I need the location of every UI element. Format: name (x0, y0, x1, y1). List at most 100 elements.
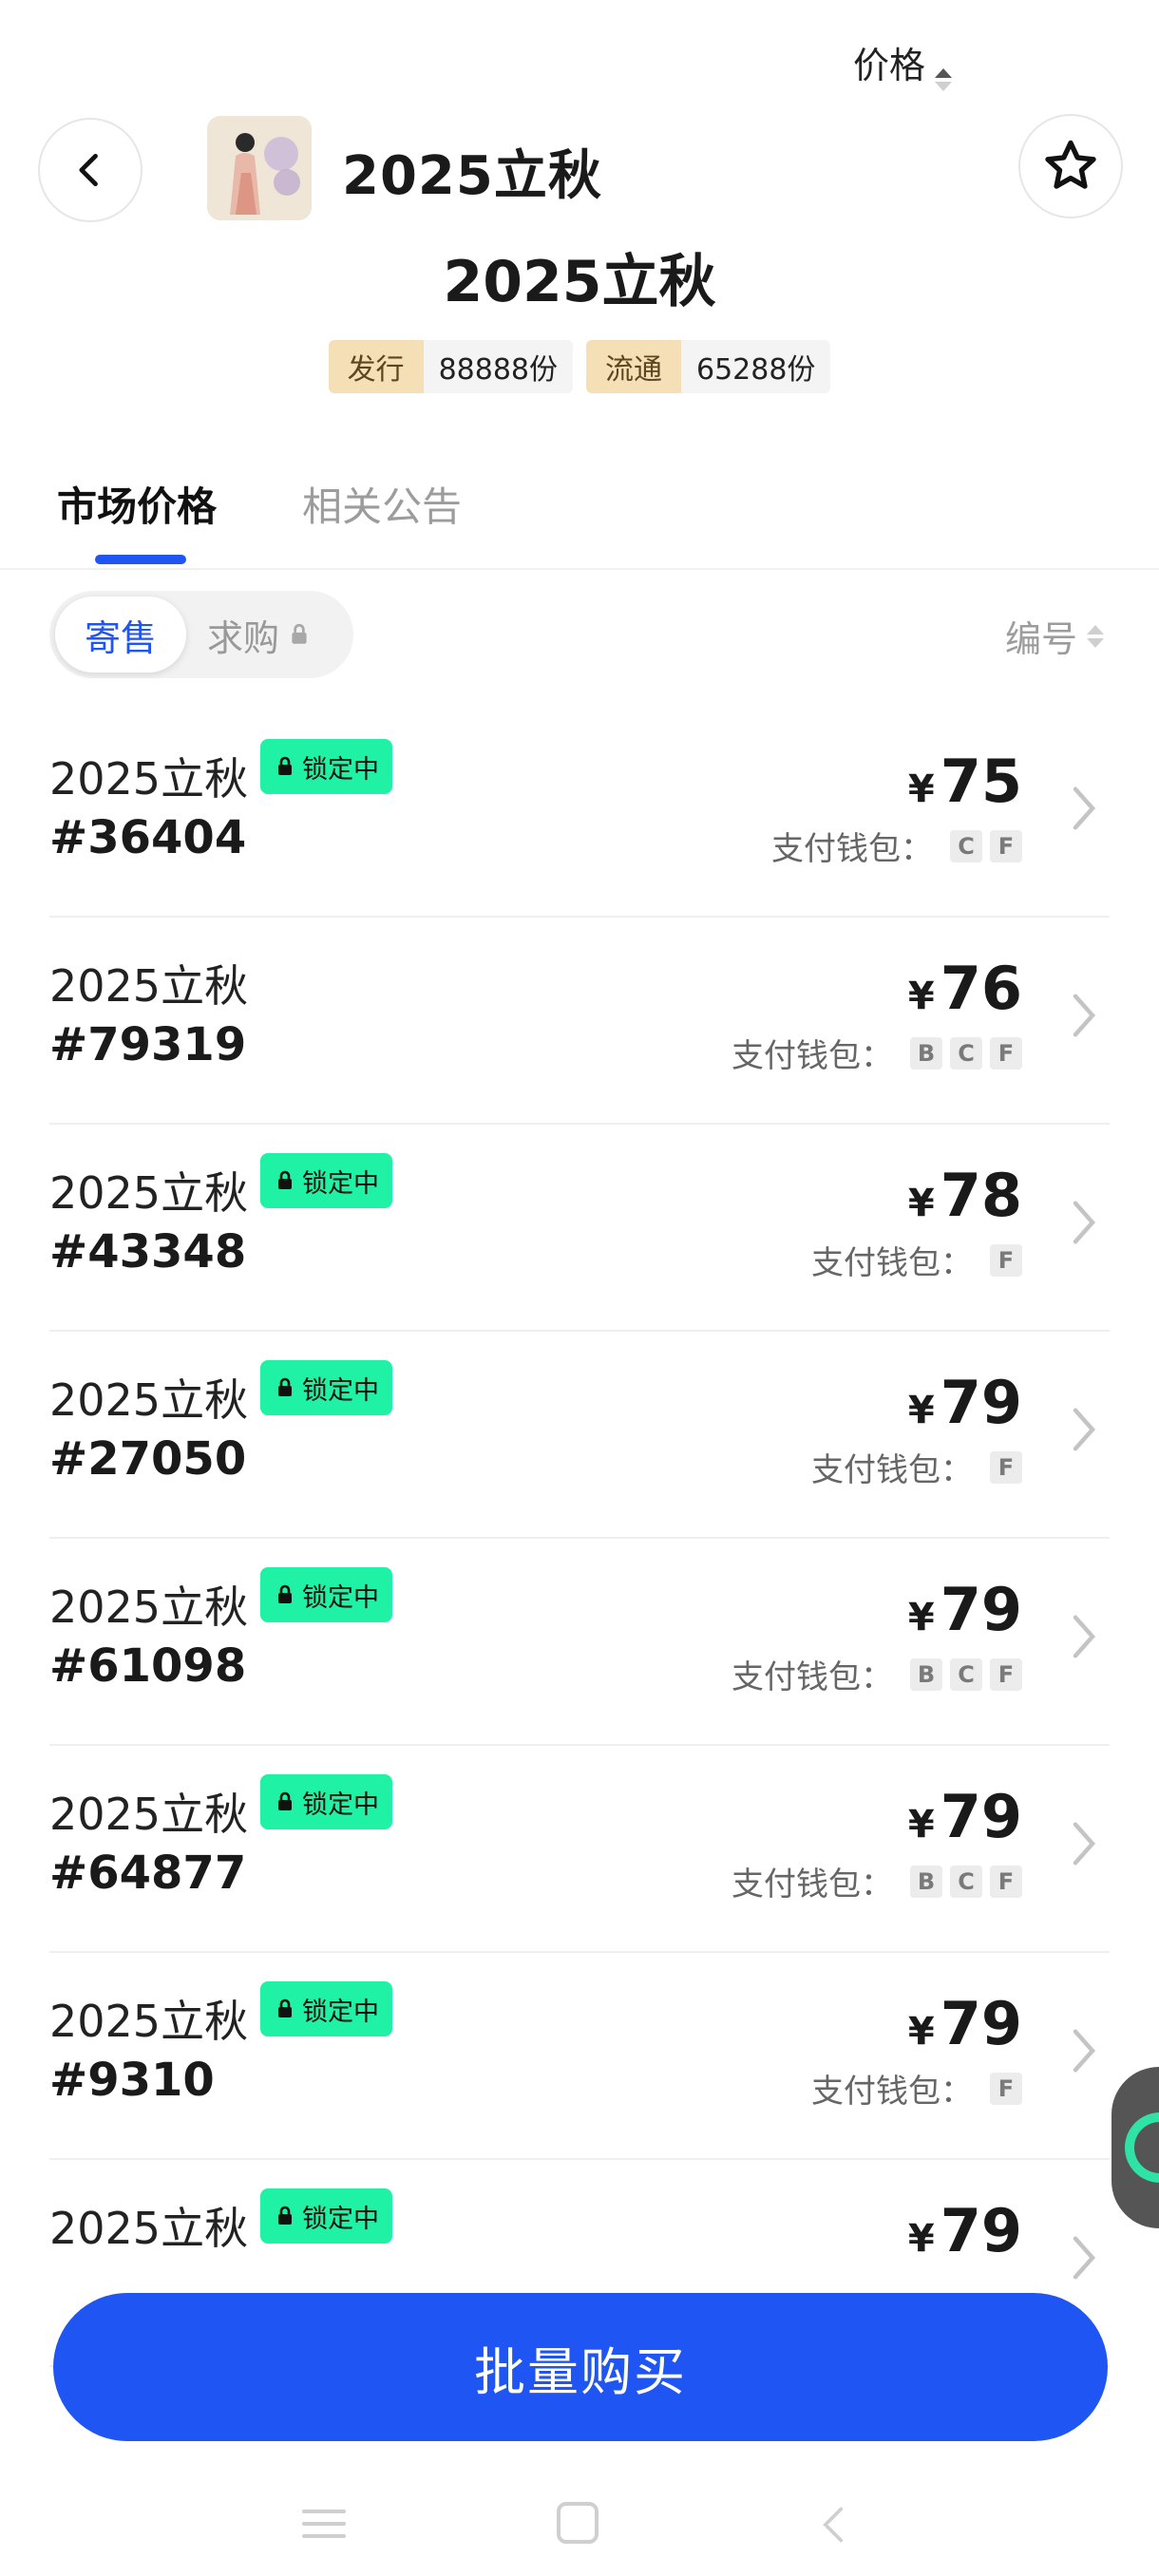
collection-thumbnail (207, 116, 312, 220)
locked-badge-label: 锁定中 (302, 1375, 379, 1406)
wallet-chip: C (950, 1036, 982, 1070)
currency-symbol: ¥ (907, 2010, 935, 2054)
price-value: 75 (940, 747, 1022, 816)
locked-badge-label: 锁定中 (302, 1790, 379, 1820)
chevron-right-icon (1073, 1408, 1096, 1451)
item-name: 2025立秋 (49, 2203, 249, 2254)
stat-value: 65288份 (681, 340, 831, 393)
wallet-chip: B (910, 1036, 942, 1070)
sort-arrows-icon (935, 68, 953, 91)
item-price: ¥76 (908, 954, 1022, 1023)
chevron-right-icon (1073, 2029, 1096, 2073)
home-icon[interactable] (557, 2502, 598, 2544)
locked-badge-label: 锁定中 (302, 1997, 379, 2027)
stat-key: 流通 (586, 340, 681, 393)
segment-consign[interactable]: 寄售 (55, 597, 186, 672)
item-price: ¥79 (908, 1368, 1022, 1437)
locked-badge-label: 锁定中 (302, 1582, 379, 1613)
item-serial: #43348 (49, 1225, 247, 1279)
currency-symbol: ¥ (907, 1389, 935, 1432)
system-nav-bar (0, 2470, 1159, 2576)
item-name: 2025立秋 (49, 960, 249, 1012)
sort-price-label: 价格 (853, 45, 926, 86)
chevron-right-icon (1073, 2236, 1096, 2280)
locked-badge: 锁定中 (260, 739, 392, 794)
payment-wallets: 支付钱包： C F (771, 823, 1022, 869)
price-value: 78 (940, 1161, 1022, 1230)
currency-symbol: ¥ (907, 767, 935, 811)
wallet-chip: B (910, 1865, 942, 1898)
listing-row[interactable]: 2025立秋 #36404 锁定中 ¥75 支付钱包： C F (49, 710, 1110, 918)
stats-row: 发行 88888份 流通 65288份 (0, 340, 1159, 393)
item-price: ¥79 (908, 2196, 1022, 2265)
item-price: ¥79 (908, 1989, 1022, 2058)
item-name: 2025立秋 (49, 1374, 249, 1426)
listing-row[interactable]: 2025立秋 #79319 ¥76 支付钱包： B C F (49, 918, 1110, 1125)
listing-row[interactable]: 2025立秋 #61098 锁定中 ¥79 支付钱包： B C F (49, 1539, 1110, 1746)
listing-list: 2025立秋 #36404 锁定中 ¥75 支付钱包： C F 2025立秋 #79319 ¥76… (49, 710, 1110, 2367)
back-nav-icon[interactable] (813, 2502, 855, 2548)
wallet-label: 支付钱包： (732, 1866, 893, 1904)
currency-symbol: ¥ (907, 2217, 935, 2261)
price-value: 79 (940, 1368, 1022, 1437)
locked-badge: 锁定中 (260, 1567, 392, 1622)
wallet-chip: B (910, 1657, 942, 1691)
listing-row[interactable]: 2025立秋 #43348 锁定中 ¥78 支付钱包： F (49, 1125, 1110, 1332)
stat-circulating: 流通 65288份 (586, 340, 831, 393)
payment-wallets: 支付钱包： F (811, 2065, 1022, 2112)
item-name: 2025立秋 (49, 1167, 249, 1219)
item-serial: #27050 (49, 1432, 247, 1486)
listing-row[interactable]: 2025立秋 #64877 锁定中 ¥79 支付钱包： B C F (49, 1746, 1110, 1953)
wallet-chip: C (950, 1865, 982, 1898)
wallet-chip: F (990, 1865, 1022, 1898)
lock-icon (278, 1998, 292, 2017)
lock-icon (278, 1791, 292, 1810)
tab-announcements[interactable]: 相关公告 (302, 475, 462, 533)
page-title: 2025立秋 (443, 249, 716, 315)
wallet-label: 支付钱包： (732, 1037, 893, 1075)
segment-request[interactable]: 求购 (207, 597, 312, 672)
item-name: 2025立秋 (49, 753, 249, 805)
listing-row[interactable]: 2025立秋 #9310 锁定中 ¥79 支付钱包： F (49, 1953, 1110, 2160)
wallet-label: 支付钱包： (811, 2073, 973, 2111)
listing-type-toggle: 寄售 求购 (49, 591, 353, 678)
wallet-chip: F (990, 1657, 1022, 1691)
floating-service-button[interactable] (1112, 2067, 1159, 2228)
header-title: 2025立秋 (342, 145, 602, 207)
stat-key: 发行 (328, 340, 424, 393)
payment-wallets: 支付钱包： B C F (732, 1651, 1022, 1697)
locked-badge: 锁定中 (260, 1360, 392, 1415)
lock-icon (278, 1584, 292, 1603)
item-name: 2025立秋 (49, 1789, 249, 1840)
wallet-label: 支付钱包： (771, 830, 933, 868)
item-serial: #79319 (49, 1018, 247, 1071)
item-serial: #36404 (49, 811, 247, 864)
menu-icon[interactable] (302, 2510, 346, 2547)
star-icon (1045, 140, 1096, 189)
item-serial: #9310 (49, 2054, 215, 2107)
locked-badge-label: 锁定中 (302, 754, 379, 785)
tab-market-price[interactable]: 市场价格 (57, 475, 217, 533)
chevron-right-icon (1073, 786, 1096, 830)
back-button[interactable] (38, 118, 142, 222)
wallet-chip: C (950, 829, 982, 862)
wallet-chip: F (990, 1036, 1022, 1070)
favorite-button[interactable] (1018, 114, 1123, 218)
sort-by-number[interactable]: 编号 (1005, 610, 1105, 662)
currency-symbol: ¥ (907, 975, 935, 1018)
sort-by-price[interactable]: 价格 (853, 36, 1072, 91)
wallet-label: 支付钱包： (732, 1658, 893, 1696)
wallet-chip: F (990, 1450, 1022, 1484)
bulk-buy-button[interactable]: 批量购买 (53, 2293, 1108, 2441)
chevron-right-icon (1073, 1201, 1096, 1244)
chevron-right-icon (1073, 1615, 1096, 1658)
tab-bar: 市场价格 相关公告 (0, 475, 1159, 570)
price-value: 79 (940, 1989, 1022, 2058)
chevron-right-icon (1073, 1822, 1096, 1866)
listing-row[interactable]: 2025立秋 #27050 锁定中 ¥79 支付钱包： F (49, 1332, 1110, 1539)
wallet-chip: F (990, 2072, 1022, 2105)
item-price: ¥78 (908, 1161, 1022, 1230)
lock-icon (278, 1377, 292, 1396)
chevron-left-icon (79, 153, 98, 187)
wallet-chip: F (990, 1243, 1022, 1277)
